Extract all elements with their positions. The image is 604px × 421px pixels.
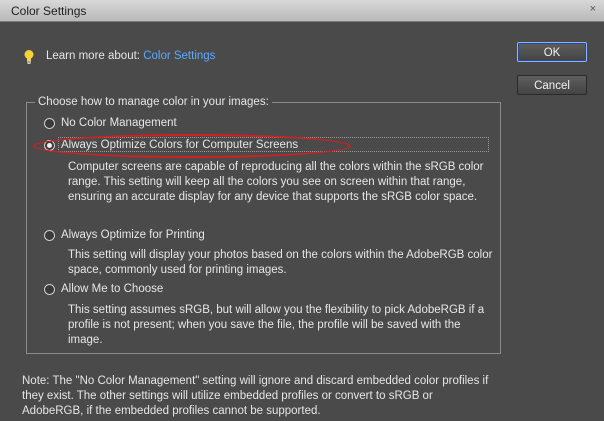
radio-optimize-printing[interactable]: [44, 230, 55, 241]
window-title: Color Settings: [11, 4, 87, 18]
option-label: No Color Management: [61, 117, 177, 129]
option-label: Always Optimize for Printing: [61, 229, 205, 241]
option-label: Allow Me to Choose: [61, 283, 164, 295]
color-settings-link[interactable]: Color Settings: [143, 50, 215, 62]
note-text: Note: The "No Color Management" setting …: [22, 375, 489, 417]
highlight-annotation: [33, 134, 351, 158]
learn-more-label: Learn more about:: [46, 50, 140, 62]
option-description: This setting will display your photos ba…: [68, 249, 493, 276]
option-description: Computer screens are capable of reproduc…: [68, 161, 484, 203]
cancel-button[interactable]: Cancel: [517, 75, 587, 95]
title-bar: Color Settings ×: [0, 0, 604, 22]
radio-allow-me-to-choose[interactable]: [44, 284, 55, 295]
ok-button[interactable]: OK: [517, 42, 587, 62]
radio-no-color-management[interactable]: [44, 118, 55, 129]
option-description: This setting assumes sRGB, but will allo…: [68, 304, 485, 346]
group-legend: Choose how to manage color in your image…: [38, 96, 269, 108]
lightbulb-icon: [24, 50, 34, 64]
close-icon[interactable]: ×: [590, 3, 596, 15]
